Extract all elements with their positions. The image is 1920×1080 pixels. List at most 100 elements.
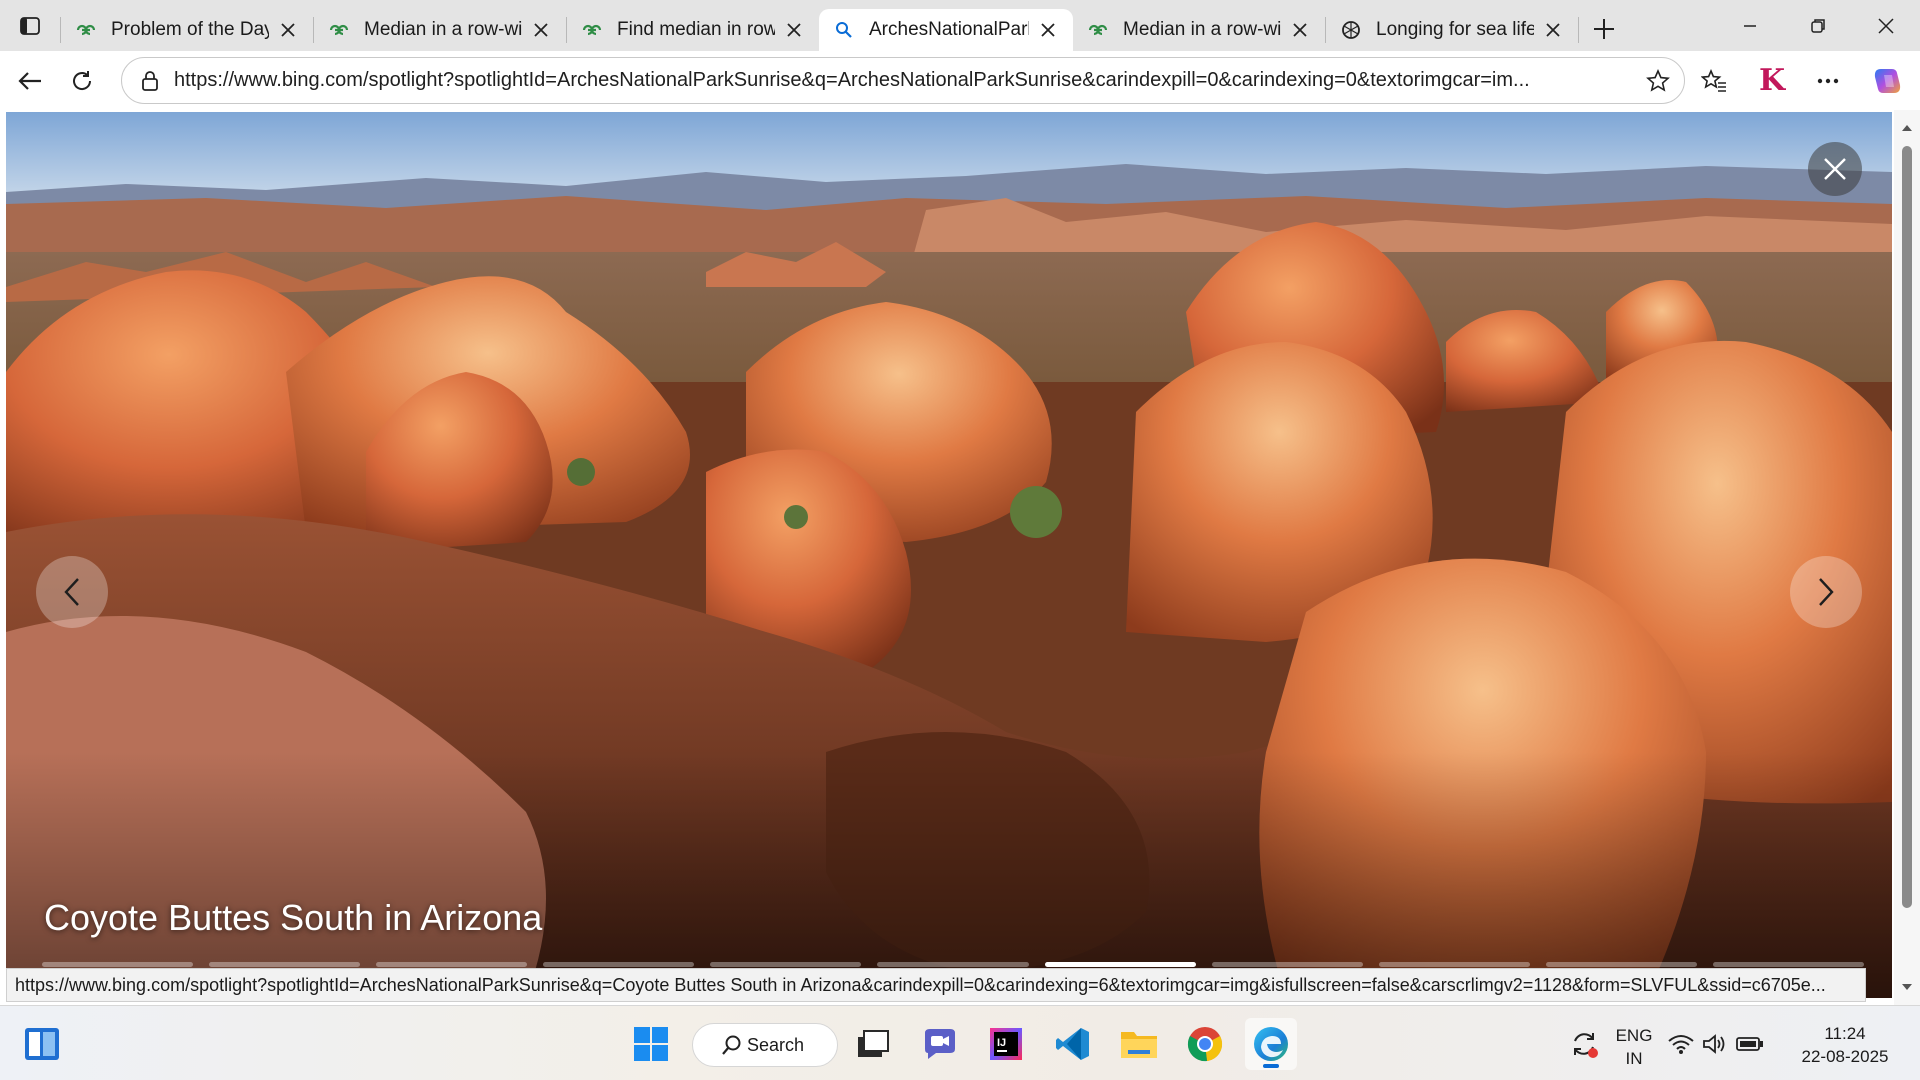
favorites-icon [1701,68,1726,92]
battery-icon [1736,1037,1763,1051]
vertical-scrollbar[interactable] [1894,110,1920,1005]
slide-indicator[interactable] [1211,962,1363,967]
intellij-icon: IJ [990,1028,1022,1060]
close-spotlight-button[interactable] [1808,142,1862,196]
clock[interactable]: 11:24 22-08-2025 [1790,1022,1900,1068]
previous-image-button[interactable] [36,556,108,628]
windows-logo-icon [634,1027,668,1061]
tab-find-median[interactable]: Find median in row w [567,9,819,51]
tab-arches-national-park[interactable]: ArchesNationalParkS [819,8,1073,51]
close-tab-icon[interactable] [1035,17,1061,43]
site-info-lock-icon[interactable] [128,70,172,92]
slide-indicator[interactable] [376,962,528,967]
favorites-button[interactable] [1684,55,1744,107]
taskbar-search[interactable]: Search [692,1023,838,1067]
close-tab-icon[interactable] [781,17,807,43]
tab-median-row-wise-1[interactable]: Median in a row-wis [314,9,566,51]
teams-meet-button[interactable] [914,1018,966,1070]
refresh-button[interactable] [56,55,108,107]
wifi-icon [1668,1035,1694,1054]
slide-indicator[interactable] [209,962,361,967]
minimize-button[interactable] [1716,0,1784,51]
chrome-button[interactable] [1179,1018,1231,1070]
video-chat-icon [925,1029,955,1059]
edge-button[interactable] [1245,1018,1297,1070]
input-language-indicator[interactable]: ENG IN [1614,1024,1654,1070]
scroll-thumb[interactable] [1902,146,1912,908]
browser-toolbar: https://www.bing.com/spotlight?spotlight… [0,51,1920,110]
tab-problem-of-the-day[interactable]: Problem of the Day | [61,9,313,51]
vscode-button[interactable] [1047,1018,1099,1070]
slide-indicator[interactable] [1545,962,1697,967]
url-text[interactable]: https://www.bing.com/spotlight?spotlight… [172,69,1632,92]
back-arrow-icon [18,71,41,90]
link-status-bar: https://www.bing.com/spotlight?spotlight… [6,968,1866,1002]
slide-indicator[interactable] [1378,962,1530,967]
edge-icon [1254,1027,1288,1061]
tab-title: Problem of the Day | [111,18,269,40]
file-explorer-button[interactable] [1113,1018,1165,1070]
window-controls [1716,0,1920,51]
settings-more-button[interactable] [1800,55,1856,107]
language-code: ENG [1615,1026,1653,1045]
slide-indicator[interactable] [877,962,1029,967]
profile-letter: K [1758,63,1786,98]
close-icon [1824,158,1846,180]
favorite-star-icon[interactable] [1632,68,1684,93]
task-view-icon [858,1030,889,1057]
slide-indicator[interactable] [543,962,695,967]
sync-status-button[interactable] [1558,1018,1610,1070]
chrome-icon [1187,1027,1223,1062]
close-window-button[interactable] [1852,0,1920,51]
close-tab-icon[interactable] [528,17,554,43]
close-tab-icon[interactable] [275,17,301,43]
restore-icon [1811,18,1825,33]
gfg-icon [75,19,97,41]
close-tab-icon[interactable] [1540,17,1566,43]
sync-icon [1574,1033,1598,1058]
tab-title: Find median in row w [617,18,775,40]
refresh-icon [73,70,92,90]
svg-text:IJ: IJ [997,1037,1006,1049]
copilot-icon [1874,68,1901,93]
slide-indicator[interactable] [710,962,862,967]
widgets-button[interactable] [16,1018,68,1070]
tab-title: Median in a row-wis [364,18,522,40]
back-button[interactable] [4,55,56,107]
chevron-left-icon [64,578,79,606]
tab-strip: Problem of the Day | Median in a row-wis… [0,0,1920,51]
start-button[interactable] [625,1018,677,1070]
scroll-up-icon[interactable] [1901,122,1913,134]
tab-longing-for-sea-life[interactable]: Longing for sea life [1326,9,1578,51]
page-viewport: Coyote Buttes South in Arizona https://w… [0,110,1920,1005]
address-bar[interactable]: https://www.bing.com/spotlight?spotlight… [121,57,1685,104]
slide-indicator[interactable] [1712,962,1865,967]
task-view-button[interactable] [847,1018,899,1070]
active-app-indicator [1263,1064,1279,1068]
vscode-icon [1056,1028,1089,1060]
copilot-button[interactable] [1856,55,1920,107]
scroll-down-icon[interactable] [1901,981,1913,993]
restore-button[interactable] [1784,0,1852,51]
new-tab-button[interactable] [1579,8,1629,50]
tab-actions-button[interactable] [0,0,60,51]
widgets-icon [25,1028,59,1060]
slide-indicator[interactable] [1044,962,1196,967]
tab-actions-icon [20,16,40,35]
intellij-button[interactable]: IJ [980,1018,1032,1070]
minimize-icon [1744,24,1756,27]
search-label: Search [747,1034,805,1055]
next-image-button[interactable] [1790,556,1862,628]
gfg-icon [328,19,350,41]
quick-settings-button[interactable] [1666,1018,1766,1070]
tab-title: ArchesNationalParkS [869,18,1029,40]
profile-extension-button[interactable]: K [1744,55,1800,107]
slide-indicator[interactable] [42,962,194,967]
image-caption[interactable]: Coyote Buttes South in Arizona [44,897,542,939]
gfg-icon [581,19,603,41]
close-tab-icon[interactable] [1287,17,1313,43]
folder-icon [1121,1032,1157,1058]
tab-title: Median in a row-wis [1123,18,1281,40]
tab-median-row-wise-2[interactable]: Median in a row-wis [1073,9,1325,51]
tab-title: Longing for sea life [1376,18,1534,40]
